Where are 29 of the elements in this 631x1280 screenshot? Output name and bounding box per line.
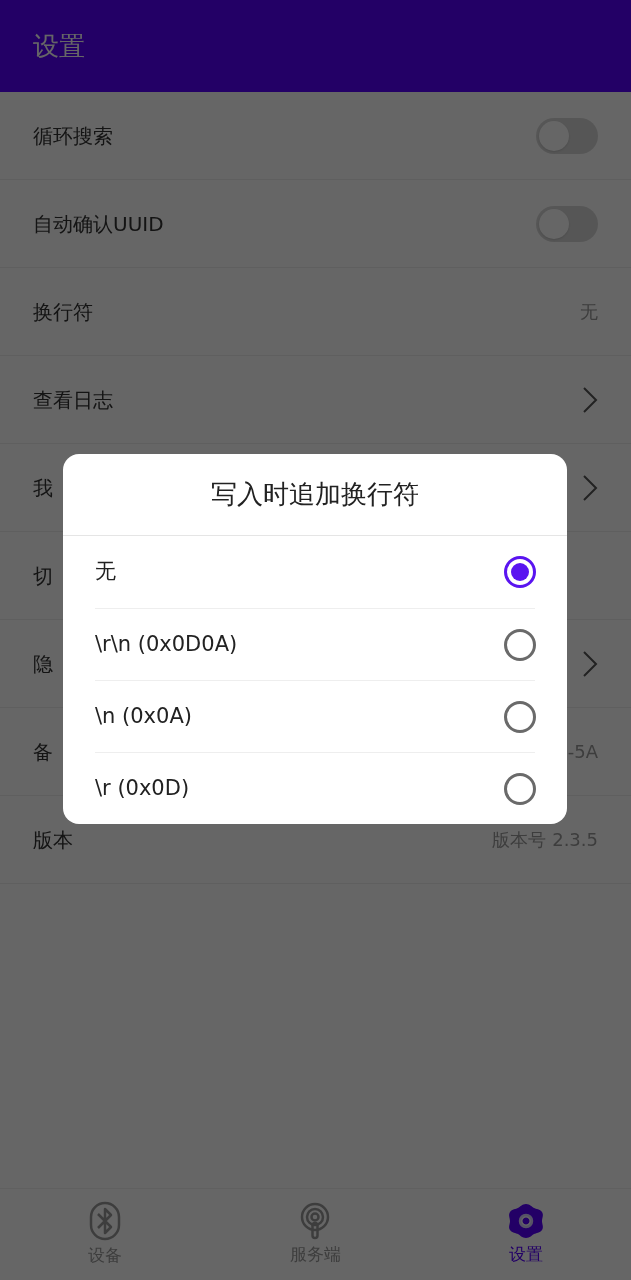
page-title: 设置 xyxy=(33,29,85,63)
setting-label: 切 xyxy=(33,562,53,590)
radio-option[interactable]: \r\n (0x0D0A) xyxy=(95,608,535,680)
setting-label: 我 xyxy=(33,474,53,502)
chevron-right-icon xyxy=(582,385,598,414)
radio-button[interactable] xyxy=(504,772,536,805)
chevron-right-icon xyxy=(582,649,598,678)
radio-button[interactable] xyxy=(504,556,536,588)
setting-label: 版本 xyxy=(33,826,73,854)
radio-button[interactable] xyxy=(504,628,536,661)
setting-label: 循环搜索 xyxy=(33,122,113,150)
radio-button[interactable] xyxy=(504,700,536,733)
bluetooth-icon xyxy=(89,1200,122,1241)
settings-row[interactable]: 循环搜索 xyxy=(0,92,631,180)
chevron-right-icon xyxy=(582,473,598,502)
dialog-title: 写入时追加换行符 xyxy=(211,478,419,511)
radio-option[interactable]: 无 xyxy=(95,536,535,608)
settings-row[interactable]: 查看日志 xyxy=(0,356,631,444)
radio-option[interactable]: \n (0x0A) xyxy=(95,680,535,752)
setting-label: 备 xyxy=(33,738,53,766)
settings-row[interactable]: 自动确认UUID xyxy=(0,180,631,268)
setting-label: 换行符 xyxy=(33,298,93,326)
radio-option[interactable]: \r (0x0D) xyxy=(95,752,535,824)
settings-icon xyxy=(506,1201,545,1240)
setting-label: 查看日志 xyxy=(33,386,113,414)
broadcast-icon xyxy=(299,1201,332,1240)
setting-label: 隐 xyxy=(33,650,53,678)
setting-label: 自动确认UUID xyxy=(33,210,164,238)
nav-tab[interactable]: 设置 xyxy=(420,1189,631,1280)
